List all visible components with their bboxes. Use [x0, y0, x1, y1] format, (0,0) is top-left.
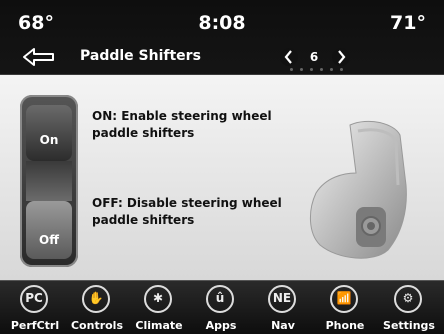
climate-glyph: ✱ [152, 291, 164, 305]
back-arrow-icon[interactable] [22, 46, 56, 68]
settings-icon: ⚙ [394, 285, 422, 313]
page-dot [300, 68, 303, 71]
page-indicator-dots [290, 68, 350, 74]
nav-item-settings[interactable]: ⚙ Settings [380, 283, 438, 334]
nav-label-controls: Controls [70, 319, 124, 332]
switch-rocker-divider [26, 161, 72, 201]
content-panel: On Off ON: Enable steering wheel paddle … [0, 75, 444, 280]
page-number: 6 [309, 50, 319, 64]
phone-glyph: 📶 [336, 291, 352, 305]
apps-glyph: û [215, 291, 225, 305]
controls-icon: ✋ [82, 285, 110, 313]
nav-item-climate[interactable]: ✱ Climate [130, 283, 188, 334]
on-label: On [39, 133, 59, 147]
perf-ctrl-glyph: PC [25, 291, 43, 305]
nav-item-perfctrl[interactable]: PC PerfCtrl [6, 283, 64, 334]
settings-glyph: ⚙ [402, 291, 414, 305]
nav-glyph: NE [272, 291, 292, 305]
apps-icon: û [206, 285, 234, 313]
phone-icon: 📶 [330, 285, 358, 313]
nav-label-perfctrl: PerfCtrl [10, 319, 60, 332]
off-button[interactable]: Off [26, 201, 72, 259]
off-description: OFF: Disable steering wheel paddle shift… [92, 196, 282, 227]
clock: 8:08 [198, 12, 246, 34]
chevron-right-icon[interactable] [332, 47, 350, 67]
on-description: ON: Enable steering wheel paddle shifter… [92, 109, 272, 140]
nav-item-nav[interactable]: NE Nav [254, 283, 312, 334]
page-dot [340, 68, 343, 71]
page-dot [290, 68, 293, 71]
nav-item-controls[interactable]: ✋ Controls [68, 283, 126, 334]
nav-label-nav: Nav [271, 319, 295, 332]
climate-icon: ✱ [144, 285, 172, 313]
nav-item-phone[interactable]: 📶 Phone [316, 283, 374, 334]
off-label: Off [39, 233, 59, 247]
header-bar: Paddle Shifters 6 [0, 40, 444, 75]
nav-label-settings: Settings [383, 319, 435, 332]
nav-label-apps: Apps [205, 319, 237, 332]
page-dot [320, 68, 323, 71]
status-bar: 68° 8:08 71° [0, 0, 444, 40]
page-title: Paddle Shifters [80, 48, 201, 64]
bottom-navigation: PC PerfCtrl ✋ Controls ✱ Climate û Apps … [0, 280, 444, 334]
perf-ctrl-icon: PC [20, 285, 48, 313]
chevron-left-icon[interactable] [280, 47, 298, 67]
nav-label-phone: Phone [325, 319, 365, 332]
nav-icon: NE [268, 285, 296, 313]
page-dot [330, 68, 333, 71]
paddle-shifter-toggle[interactable]: On Off [20, 95, 78, 267]
page-dot [310, 68, 313, 71]
nav-item-apps[interactable]: û Apps [192, 283, 250, 334]
paddle-shifter-illustration [310, 120, 407, 259]
passenger-temperature[interactable]: 71° [390, 12, 426, 34]
on-button[interactable]: On [26, 105, 72, 161]
nav-label-climate: Climate [135, 319, 183, 332]
paddle-shifters-screen: 68° 8:08 71° Paddle Shifters 6 On Off ON… [0, 0, 444, 334]
controls-glyph: ✋ [88, 291, 104, 305]
